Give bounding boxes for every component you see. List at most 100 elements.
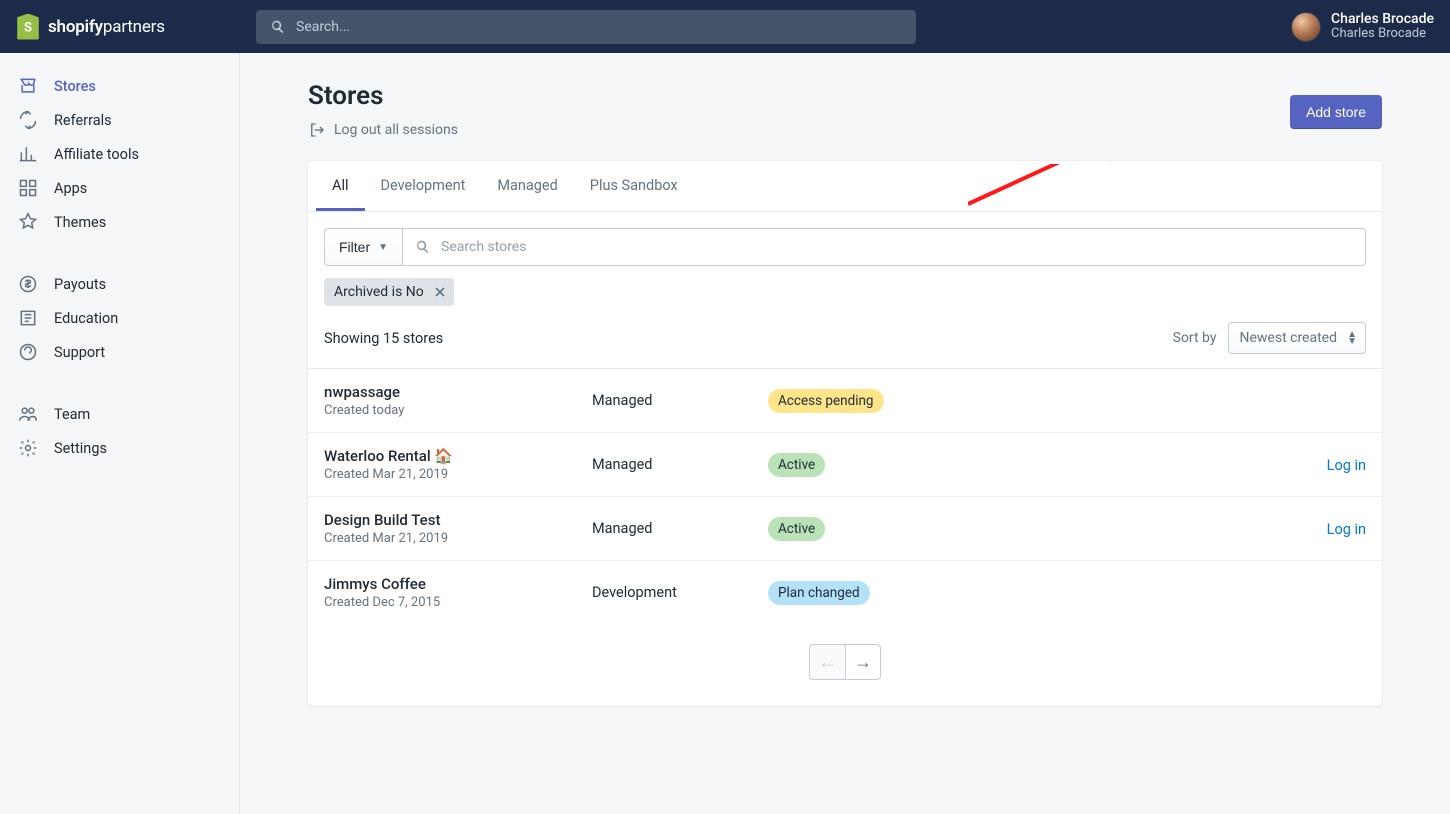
shopify-logo-icon <box>16 14 40 40</box>
support-icon <box>18 342 38 362</box>
apps-icon <box>18 178 38 198</box>
search-stores-placeholder: Search stores <box>441 239 526 255</box>
gear-icon <box>18 438 38 458</box>
filter-chip-archived[interactable]: Archived is No <box>324 278 454 306</box>
search-placeholder: Search... <box>296 19 350 35</box>
store-name: Jimmys Coffee <box>324 575 592 593</box>
chevron-down-icon: ▼ <box>378 242 388 253</box>
tab-development[interactable]: Development <box>365 161 482 211</box>
showing-count: Showing 15 stores <box>324 330 443 347</box>
filter-label: Filter <box>339 239 370 255</box>
search-icon <box>270 19 286 35</box>
store-name: Design Build Test <box>324 511 592 529</box>
store-type: Managed <box>592 392 768 409</box>
table-row[interactable]: nwpassage Created today Managed Access p… <box>308 369 1382 433</box>
sidebar-item-label: Settings <box>54 440 107 457</box>
page-next-button[interactable]: → <box>845 644 881 680</box>
sidebar-item-label: Stores <box>54 78 96 95</box>
login-link[interactable]: Log in <box>1327 457 1366 474</box>
stores-card: All Development Managed Plus Sandbox Fil… <box>308 161 1382 706</box>
user-lines: Charles Brocade Charles Brocade <box>1331 11 1434 42</box>
page-title: Stores <box>308 81 458 111</box>
brand-name: shopify <box>48 17 103 37</box>
arrow-right-icon: → <box>854 652 872 673</box>
filters-row: Filter ▼ Search stores <box>308 212 1382 266</box>
tab-managed[interactable]: Managed <box>481 161 573 211</box>
sort-wrap: Sort by Newest created ▲▼ <box>1173 322 1366 354</box>
sidebar-item-affiliate[interactable]: Affiliate tools <box>0 137 239 171</box>
user-org: Charles Brocade <box>1331 27 1434 42</box>
sidebar-item-settings[interactable]: Settings <box>0 431 239 465</box>
sidebar-item-stores[interactable]: Stores <box>0 69 239 103</box>
status-badge: Active <box>768 453 825 477</box>
tab-plus-sandbox[interactable]: Plus Sandbox <box>574 161 694 211</box>
global-search-wrap: Search... <box>256 10 916 44</box>
logout-all-sessions[interactable]: Log out all sessions <box>308 121 458 139</box>
sidebar-item-label: Referrals <box>54 112 112 129</box>
sort-label: Sort by <box>1173 330 1217 346</box>
nav-group-secondary: Payouts Education Support <box>0 253 239 383</box>
sidebar: Stores Referrals Affiliate tools Apps Th… <box>0 53 240 814</box>
store-type: Managed <box>592 456 768 473</box>
sidebar-item-label: Education <box>54 310 118 327</box>
user-menu[interactable]: Charles Brocade Charles Brocade <box>1291 11 1434 42</box>
store-created: Created today <box>324 403 592 418</box>
sort-value: Newest created <box>1239 330 1337 346</box>
pagination: ← → <box>308 624 1382 706</box>
nav-group-tertiary: Team Settings <box>0 383 239 479</box>
store-created: Created Mar 21, 2019 <box>324 531 592 546</box>
logout-icon <box>308 121 326 139</box>
sort-caret-icon: ▲▼ <box>1347 331 1357 345</box>
search-stores-input[interactable]: Search stores <box>402 228 1366 266</box>
table-row[interactable]: Waterloo Rental 🏠 Created Mar 21, 2019 M… <box>308 433 1382 497</box>
add-store-button[interactable]: Add store <box>1290 95 1382 129</box>
sidebar-item-label: Team <box>54 406 90 423</box>
arrow-left-icon: ← <box>819 652 837 673</box>
chip-label: Archived is No <box>334 284 424 300</box>
sidebar-item-referrals[interactable]: Referrals <box>0 103 239 137</box>
main-content: Stores Log out all sessions Add store <box>240 53 1450 814</box>
page-header: Stores Log out all sessions Add store <box>308 81 1382 139</box>
top-bar: shopifypartners Search... Charles Brocad… <box>0 0 1450 53</box>
status-badge: Active <box>768 517 825 541</box>
sidebar-item-label: Apps <box>54 180 87 197</box>
store-name: nwpassage <box>324 383 592 401</box>
themes-icon <box>18 212 38 232</box>
avatar <box>1291 12 1321 42</box>
global-search-input[interactable]: Search... <box>256 10 916 44</box>
store-created: Created Mar 21, 2019 <box>324 467 592 482</box>
brand[interactable]: shopifypartners <box>16 14 240 40</box>
table-row[interactable]: Design Build Test Created Mar 21, 2019 M… <box>308 497 1382 561</box>
sidebar-item-label: Support <box>54 344 105 361</box>
active-filters: Archived is No <box>308 266 1382 306</box>
page-prev-button[interactable]: ← <box>809 644 845 680</box>
table-row[interactable]: Jimmys Coffee Created Dec 7, 2015 Develo… <box>308 561 1382 624</box>
sidebar-item-apps[interactable]: Apps <box>0 171 239 205</box>
sidebar-item-label: Affiliate tools <box>54 146 139 163</box>
sidebar-item-themes[interactable]: Themes <box>0 205 239 239</box>
sidebar-item-education[interactable]: Education <box>0 301 239 335</box>
stores-table: nwpassage Created today Managed Access p… <box>308 368 1382 624</box>
analytics-icon <box>18 144 38 164</box>
status-badge: Plan changed <box>768 581 870 605</box>
store-type: Development <box>592 584 768 601</box>
referrals-icon <box>18 110 38 130</box>
sort-select[interactable]: Newest created ▲▼ <box>1228 322 1366 354</box>
team-icon <box>18 404 38 424</box>
showing-row: Showing 15 stores Sort by Newest created… <box>308 306 1382 368</box>
sidebar-item-team[interactable]: Team <box>0 397 239 431</box>
logout-label: Log out all sessions <box>334 122 458 138</box>
login-link[interactable]: Log in <box>1327 521 1366 538</box>
tabs: All Development Managed Plus Sandbox <box>308 161 1382 212</box>
filter-button[interactable]: Filter ▼ <box>324 228 402 266</box>
store-type: Managed <box>592 520 768 537</box>
sidebar-item-label: Payouts <box>54 276 106 293</box>
tab-all[interactable]: All <box>316 161 365 211</box>
education-icon <box>18 308 38 328</box>
status-badge: Access pending <box>768 389 884 413</box>
sidebar-item-label: Themes <box>54 214 106 231</box>
brand-text: shopifypartners <box>48 17 165 37</box>
close-icon[interactable] <box>434 286 446 298</box>
sidebar-item-payouts[interactable]: Payouts <box>0 267 239 301</box>
sidebar-item-support[interactable]: Support <box>0 335 239 369</box>
